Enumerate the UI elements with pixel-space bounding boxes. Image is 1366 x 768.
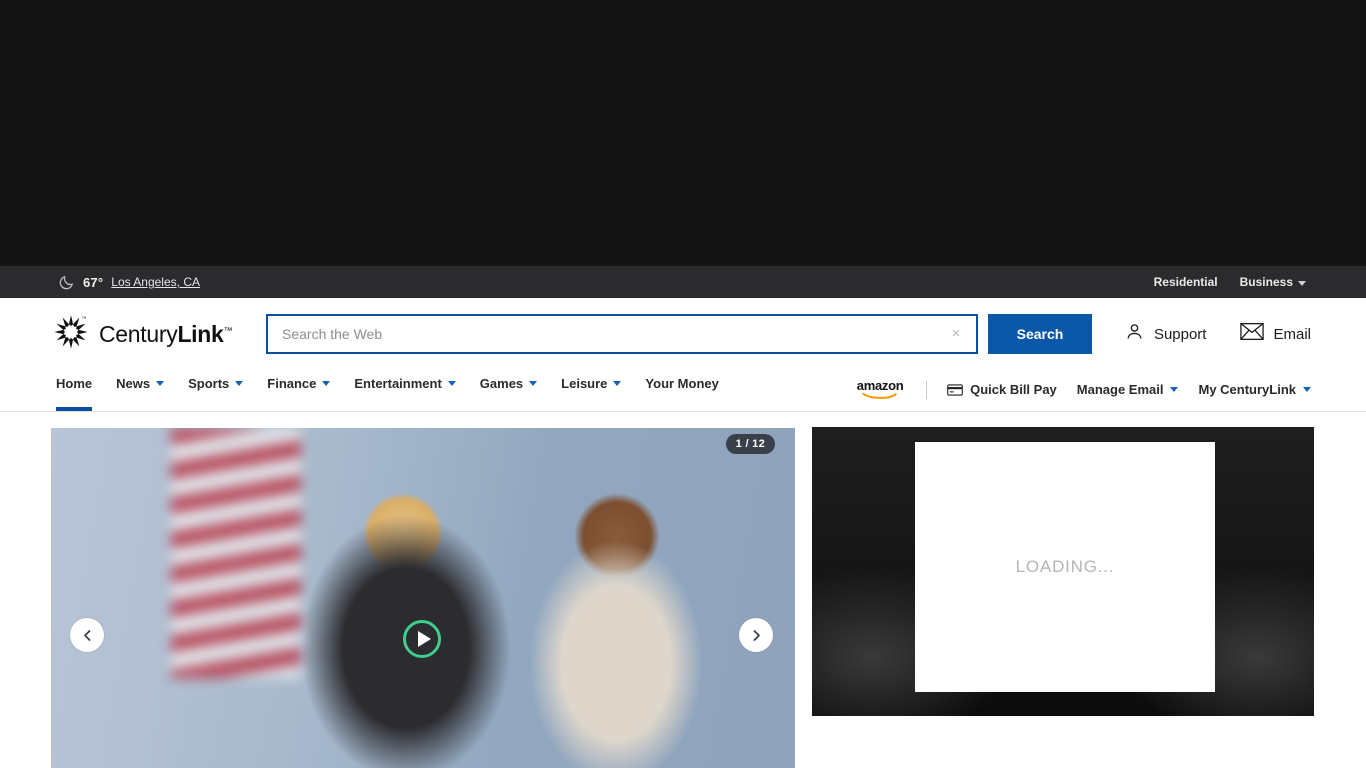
quick-bill-pay-link[interactable]: Quick Bill Pay [947,382,1057,397]
nav-item-finance-label: Finance [267,376,317,391]
nav-item-leisure[interactable]: Leisure [561,370,622,411]
header-right-links: Support Email [1124,321,1311,347]
temperature-value: 67° [83,274,104,290]
nav-item-finance[interactable]: Finance [267,370,331,411]
nav-divider [926,380,928,399]
support-link[interactable]: Support [1124,321,1207,347]
chevron-right-icon [753,629,760,641]
amazon-link[interactable]: amazon [854,378,906,399]
email-label: Email [1273,325,1311,343]
carousel-prev-button[interactable] [70,618,104,652]
amazon-smile-icon [862,392,897,399]
chevron-down-icon [447,381,456,386]
logo-trademark: ™ [223,324,233,335]
manage-email-label: Manage Email [1076,382,1164,397]
carousel-photo [51,428,795,768]
nav-item-games[interactable]: Games [479,370,538,411]
site-header: ™ CenturyLink™ × Search Support [0,298,1366,370]
chevron-down-icon [322,381,331,386]
nav-item-your-money[interactable]: Your Money [645,370,718,411]
person-icon [1124,321,1145,347]
residential-link[interactable]: Residential [1154,275,1218,289]
primary-navigation: Home News Sports Finance Entertainment G… [0,370,1366,412]
chevron-down-icon [613,381,622,386]
utility-bar-links: Residential Business [1154,275,1306,289]
advertisement-panel[interactable]: LOADING... [812,427,1314,716]
carousel-next-button[interactable] [739,618,773,652]
chevron-down-icon [156,381,165,386]
chevron-left-icon [83,629,90,641]
chevron-down-icon [1170,387,1179,392]
chevron-down-icon [235,381,244,386]
flag-backdrop [171,428,301,678]
manage-email-link[interactable]: Manage Email [1077,382,1179,397]
amazon-label: amazon [856,378,904,393]
ad-loading-text: LOADING... [1015,557,1115,576]
nav-item-entertainment-label: Entertainment [354,376,442,391]
support-label: Support [1153,325,1207,343]
nav-right-items: amazon Quick Bill Pay Manage Email My Ce… [854,378,1311,411]
carousel-counter: 1 / 12 [725,434,775,454]
nav-item-news-label: News [116,376,151,391]
nav-item-entertainment[interactable]: Entertainment [354,370,456,411]
search-field[interactable]: × [266,314,978,354]
location-link[interactable]: Los Angeles, CA [111,275,200,289]
play-icon [417,631,431,647]
svg-text:™: ™ [82,315,87,321]
centurylink-logo[interactable]: ™ CenturyLink™ [52,313,252,356]
clear-search-icon[interactable]: × [948,326,964,342]
top-ad-slot [0,0,1366,266]
nav-item-your-money-label: Your Money [645,376,719,391]
envelope-icon [1240,322,1265,346]
residential-label: Residential [1153,275,1218,289]
logo-text-link: Link [177,320,224,347]
ad-creative[interactable]: LOADING... [915,442,1215,692]
email-link[interactable]: Email [1240,322,1311,346]
chevron-down-icon [1298,280,1306,286]
chevron-down-icon [1303,387,1311,392]
my-centurylink-label: My CenturyLink [1198,382,1296,397]
featured-carousel[interactable]: 1 / 12 [51,428,795,768]
utility-bar: 67° Los Angeles, CA Residential Business [0,266,1366,298]
logo-text-century: Century [99,320,178,347]
main-content: 1 / 12 LOADING... [0,412,1366,768]
business-label: Business [1239,275,1293,289]
nav-item-sports-label: Sports [188,376,230,391]
nav-item-news[interactable]: News [116,370,165,411]
search-button[interactable]: Search [988,314,1092,354]
my-centurylink-link[interactable]: My CenturyLink [1198,382,1311,397]
nav-item-home[interactable]: Home [56,370,93,411]
chevron-down-icon [529,381,538,386]
nav-left-items: Home News Sports Finance Entertainment G… [56,370,719,411]
nav-item-games-label: Games [479,376,524,391]
search-area: × Search [266,314,1092,354]
quick-bill-pay-label: Quick Bill Pay [970,382,1057,397]
nav-item-home-label: Home [56,376,93,391]
centurylink-starburst-icon: ™ [52,313,90,356]
credit-card-icon [947,383,963,396]
carousel-play-button[interactable] [403,620,441,658]
search-input[interactable] [282,317,948,351]
nav-item-sports[interactable]: Sports [188,370,244,411]
crescent-moon-icon [58,274,75,291]
centurylink-wordmark: CenturyLink™ [99,320,233,348]
business-link[interactable]: Business [1240,275,1306,289]
weather-widget[interactable]: 67° Los Angeles, CA [58,274,200,291]
nav-item-leisure-label: Leisure [561,376,608,391]
